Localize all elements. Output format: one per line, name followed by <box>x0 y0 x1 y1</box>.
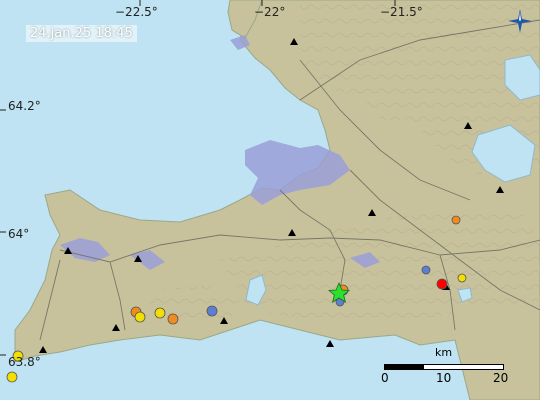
scale-bar: km 0 10 20 <box>380 346 510 386</box>
latitude-label: 64.2° <box>8 99 41 113</box>
scale-unit: km <box>435 346 453 359</box>
scale-bar-segment <box>384 364 424 370</box>
earthquake-marker <box>451 215 461 225</box>
longitude-label: −21.5° <box>380 5 423 19</box>
earthquake-marker <box>154 307 166 319</box>
scale-tick-label: 10 <box>436 371 452 385</box>
earthquake-marker <box>167 313 179 325</box>
station-marker <box>326 340 334 347</box>
map-timestamp: 24.jan.25 18:45 <box>26 25 137 42</box>
scale-tick-label: 0 <box>381 371 389 385</box>
longitude-label: −22° <box>254 5 286 19</box>
earthquake-marker <box>457 273 467 283</box>
north-arrow-star-icon <box>507 8 533 34</box>
map-canvas <box>0 0 540 400</box>
latitude-label: 63.8° <box>8 355 41 369</box>
earthquake-marker <box>436 278 448 290</box>
earthquake-marker <box>206 305 218 317</box>
longitude-label: −22.5° <box>115 5 158 19</box>
earthquake-marker <box>6 371 18 383</box>
scale-tick-label: 20 <box>493 371 509 385</box>
earthquake-marker <box>134 311 146 323</box>
earthquake-map: −22.5° −22° −21.5° 64.2° 64° 63.8° 24.ja… <box>0 0 540 400</box>
latitude-label: 64° <box>8 227 30 241</box>
earthquake-marker <box>421 265 431 275</box>
